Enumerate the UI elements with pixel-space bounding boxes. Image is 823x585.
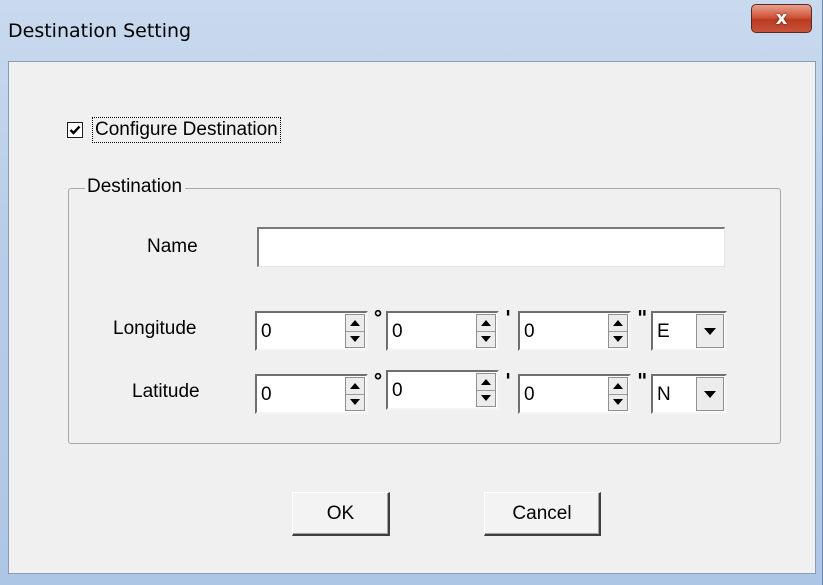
ok-button[interactable]: OK bbox=[292, 492, 390, 536]
chevron-down-icon bbox=[704, 327, 716, 335]
latitude-minute-symbol: ' bbox=[505, 369, 512, 393]
checkmark-icon bbox=[69, 125, 81, 135]
configure-destination-checkbox[interactable] bbox=[67, 122, 83, 138]
latitude-seconds-spin-buttons bbox=[608, 377, 628, 411]
longitude-degrees-value: 0 bbox=[261, 321, 272, 342]
longitude-minute-symbol: ' bbox=[505, 306, 512, 330]
longitude-minutes-spinbox[interactable]: 0 bbox=[386, 311, 499, 351]
longitude-degrees-spin-buttons bbox=[345, 314, 365, 348]
latitude-direction-select[interactable]: N bbox=[651, 374, 727, 414]
longitude-seconds-spinbox[interactable]: 0 bbox=[518, 311, 631, 351]
name-label: Name bbox=[147, 236, 198, 257]
spin-up-icon bbox=[613, 320, 623, 326]
chevron-down-icon bbox=[704, 390, 716, 398]
longitude-degrees-spinbox[interactable]: 0 bbox=[255, 311, 368, 351]
destination-group-title: Destination bbox=[85, 176, 186, 198]
longitude-minutes-up-button[interactable] bbox=[477, 315, 495, 332]
longitude-direction-value: E bbox=[657, 321, 670, 342]
latitude-direction-dropdown-button[interactable] bbox=[696, 377, 724, 411]
spin-down-icon bbox=[350, 399, 360, 405]
latitude-label: Latitude bbox=[132, 381, 200, 402]
latitude-degrees-spinbox[interactable]: 0 bbox=[255, 374, 368, 414]
latitude-degrees-up-button[interactable] bbox=[346, 378, 364, 395]
longitude-degree-symbol: ° bbox=[373, 306, 383, 330]
spin-up-icon bbox=[350, 383, 360, 389]
latitude-minutes-spinbox[interactable]: 0 bbox=[386, 370, 499, 410]
name-input[interactable] bbox=[257, 227, 725, 267]
longitude-seconds-value: 0 bbox=[524, 321, 535, 342]
longitude-minutes-spin-buttons bbox=[476, 314, 496, 348]
longitude-direction-select[interactable]: E bbox=[651, 311, 727, 351]
latitude-degrees-down-button[interactable] bbox=[346, 394, 364, 410]
configure-destination-label[interactable]: Configure Destination bbox=[92, 117, 281, 143]
spin-up-icon bbox=[481, 320, 491, 326]
longitude-degrees-down-button[interactable] bbox=[346, 331, 364, 347]
spin-up-icon bbox=[481, 379, 491, 385]
configure-destination-row[interactable]: Configure Destination bbox=[67, 117, 281, 143]
longitude-seconds-spin-buttons bbox=[608, 314, 628, 348]
latitude-degrees-spin-buttons bbox=[345, 377, 365, 411]
longitude-degrees-up-button[interactable] bbox=[346, 315, 364, 332]
latitude-direction-value: N bbox=[657, 384, 671, 405]
latitude-seconds-value: 0 bbox=[524, 384, 535, 405]
spin-up-icon bbox=[613, 383, 623, 389]
latitude-seconds-spinbox[interactable]: 0 bbox=[518, 374, 631, 414]
latitude-minutes-down-button[interactable] bbox=[477, 390, 495, 406]
latitude-minutes-up-button[interactable] bbox=[477, 374, 495, 391]
window-title: Destination Setting bbox=[8, 20, 192, 42]
latitude-minutes-spin-buttons bbox=[476, 373, 496, 407]
spin-down-icon bbox=[350, 336, 360, 342]
spin-down-icon bbox=[613, 399, 623, 405]
longitude-minutes-value: 0 bbox=[392, 321, 403, 342]
dialog-content: Configure Destination Destination Name L… bbox=[8, 61, 816, 574]
latitude-degree-symbol: ° bbox=[373, 369, 383, 393]
close-button[interactable]: x bbox=[751, 4, 812, 33]
spin-down-icon bbox=[613, 336, 623, 342]
dialog-window: Destination Setting x Configure Destinat… bbox=[0, 0, 823, 585]
longitude-seconds-up-button[interactable] bbox=[609, 315, 627, 332]
cancel-button[interactable]: Cancel bbox=[484, 492, 601, 536]
longitude-second-symbol: " bbox=[637, 306, 648, 330]
longitude-minutes-down-button[interactable] bbox=[477, 331, 495, 347]
latitude-seconds-up-button[interactable] bbox=[609, 378, 627, 395]
latitude-minutes-value: 0 bbox=[392, 380, 403, 401]
spin-down-icon bbox=[481, 336, 491, 342]
spin-down-icon bbox=[481, 395, 491, 401]
latitude-degrees-value: 0 bbox=[261, 384, 272, 405]
close-icon: x bbox=[775, 7, 788, 29]
longitude-direction-dropdown-button[interactable] bbox=[696, 314, 724, 348]
latitude-seconds-down-button[interactable] bbox=[609, 394, 627, 410]
longitude-label: Longitude bbox=[113, 318, 197, 339]
spin-up-icon bbox=[350, 320, 360, 326]
latitude-second-symbol: " bbox=[637, 369, 648, 393]
title-bar[interactable]: Destination Setting x bbox=[0, 0, 823, 60]
longitude-seconds-down-button[interactable] bbox=[609, 331, 627, 347]
